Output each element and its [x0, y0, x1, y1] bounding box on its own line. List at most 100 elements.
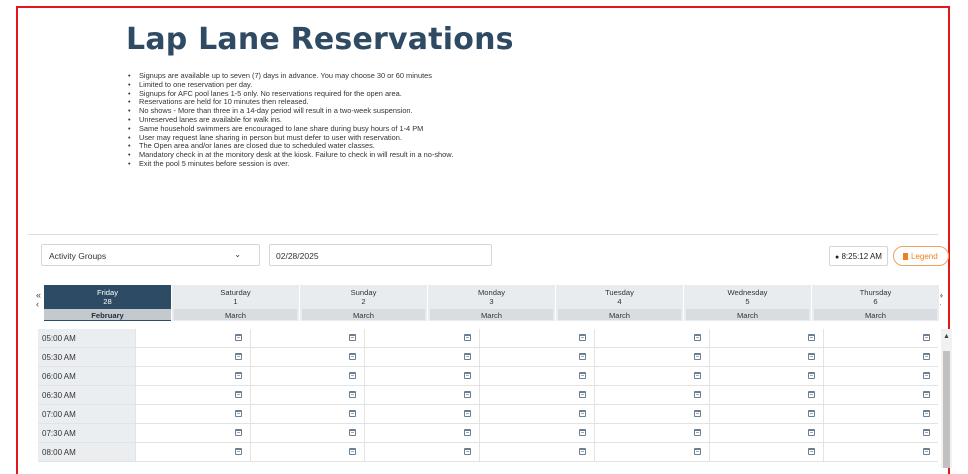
slot-cell[interactable]: [364, 348, 479, 366]
slot-cell[interactable]: [135, 424, 250, 442]
slot-cell[interactable]: [364, 329, 479, 347]
slot-cell[interactable]: [135, 367, 250, 385]
calendar-icon[interactable]: [923, 391, 931, 398]
calendar-icon[interactable]: [578, 372, 586, 379]
slot-cell[interactable]: [593, 386, 709, 404]
slot-cell[interactable]: [593, 367, 709, 385]
slot-cell[interactable]: [823, 443, 938, 461]
calendar-icon[interactable]: [234, 353, 242, 360]
slot-cell[interactable]: [593, 405, 709, 423]
slot-cell[interactable]: [135, 348, 250, 366]
slot-cell[interactable]: [135, 443, 250, 461]
slot-cell[interactable]: [823, 424, 938, 442]
calendar-icon[interactable]: [234, 410, 242, 417]
calendar-icon[interactable]: [578, 391, 586, 398]
calendar-icon[interactable]: [464, 353, 472, 360]
day-tab-sunday[interactable]: Sunday 2 March: [300, 285, 428, 321]
slot-cell[interactable]: [708, 386, 824, 404]
slot-cell[interactable]: [593, 329, 709, 347]
slot-cell[interactable]: [708, 329, 824, 347]
slot-cell[interactable]: [479, 329, 594, 347]
calendar-icon[interactable]: [464, 372, 472, 379]
slot-cell[interactable]: [249, 348, 365, 366]
slot-cell[interactable]: [249, 367, 365, 385]
day-tab-wednesday[interactable]: Wednesday 5 March: [684, 285, 812, 321]
calendar-icon[interactable]: [349, 410, 357, 417]
calendar-icon[interactable]: [234, 448, 242, 455]
slot-cell[interactable]: [479, 367, 594, 385]
day-tab-saturday[interactable]: Saturday 1 March: [172, 285, 300, 321]
scrollbar[interactable]: ▲: [941, 329, 952, 468]
calendar-icon[interactable]: [578, 353, 586, 360]
calendar-icon[interactable]: [464, 448, 472, 455]
slot-cell[interactable]: [249, 405, 365, 423]
calendar-icon[interactable]: [349, 334, 357, 341]
slot-cell[interactable]: [708, 367, 824, 385]
calendar-icon[interactable]: [464, 429, 472, 436]
calendar-icon[interactable]: [808, 372, 816, 379]
calendar-icon[interactable]: [923, 334, 931, 341]
calendar-icon[interactable]: [923, 410, 931, 417]
legend-button[interactable]: Legend: [893, 246, 949, 266]
calendar-icon[interactable]: [234, 429, 242, 436]
calendar-icon[interactable]: [693, 429, 701, 436]
scrollbar-thumb[interactable]: [943, 351, 950, 468]
activity-group-select[interactable]: Activity Groups ⌄: [41, 244, 260, 266]
calendar-icon[interactable]: [464, 410, 472, 417]
slot-cell[interactable]: [249, 386, 365, 404]
slot-cell[interactable]: [479, 348, 594, 366]
calendar-icon[interactable]: [349, 429, 357, 436]
slot-cell[interactable]: [593, 348, 709, 366]
calendar-icon[interactable]: [923, 429, 931, 436]
slot-cell[interactable]: [479, 424, 594, 442]
slot-cell[interactable]: [479, 405, 594, 423]
calendar-icon[interactable]: [693, 353, 701, 360]
slot-cell[interactable]: [479, 443, 594, 461]
calendar-icon[interactable]: [349, 353, 357, 360]
slot-cell[interactable]: [708, 443, 824, 461]
calendar-icon[interactable]: [923, 353, 931, 360]
day-tab-friday[interactable]: Friday 28 February: [44, 285, 172, 321]
slot-cell[interactable]: [593, 424, 709, 442]
calendar-icon[interactable]: [808, 448, 816, 455]
slot-cell[interactable]: [364, 386, 479, 404]
slot-cell[interactable]: [708, 348, 824, 366]
slot-cell[interactable]: [479, 386, 594, 404]
slot-cell[interactable]: [249, 329, 365, 347]
calendar-icon[interactable]: [808, 410, 816, 417]
calendar-icon[interactable]: [693, 334, 701, 341]
calendar-icon[interactable]: [234, 372, 242, 379]
calendar-icon[interactable]: [234, 391, 242, 398]
calendar-icon[interactable]: [464, 391, 472, 398]
calendar-icon[interactable]: [349, 372, 357, 379]
slot-cell[interactable]: [364, 424, 479, 442]
slot-cell[interactable]: [593, 443, 709, 461]
calendar-icon[interactable]: [808, 334, 816, 341]
calendar-icon[interactable]: [923, 372, 931, 379]
calendar-icon[interactable]: [693, 391, 701, 398]
date-input[interactable]: 02/28/2025: [269, 244, 492, 266]
slot-cell[interactable]: [249, 424, 365, 442]
slot-cell[interactable]: [708, 405, 824, 423]
slot-cell[interactable]: [364, 367, 479, 385]
slot-cell[interactable]: [823, 386, 938, 404]
day-tab-tuesday[interactable]: Tuesday 4 March: [556, 285, 684, 321]
slot-cell[interactable]: [364, 405, 479, 423]
slot-cell[interactable]: [249, 443, 365, 461]
calendar-icon[interactable]: [349, 391, 357, 398]
calendar-icon[interactable]: [693, 410, 701, 417]
calendar-icon[interactable]: [693, 372, 701, 379]
calendar-icon[interactable]: [234, 334, 242, 341]
slot-cell[interactable]: [823, 367, 938, 385]
slot-cell[interactable]: [135, 405, 250, 423]
slot-cell[interactable]: [823, 329, 938, 347]
slot-cell[interactable]: [823, 405, 938, 423]
day-tab-thursday[interactable]: Thursday 6 March: [812, 285, 940, 321]
calendar-icon[interactable]: [693, 448, 701, 455]
calendar-icon[interactable]: [349, 448, 357, 455]
calendar-icon[interactable]: [578, 448, 586, 455]
slot-cell[interactable]: [708, 424, 824, 442]
slot-cell[interactable]: [364, 443, 479, 461]
calendar-icon[interactable]: [808, 429, 816, 436]
calendar-icon[interactable]: [808, 353, 816, 360]
